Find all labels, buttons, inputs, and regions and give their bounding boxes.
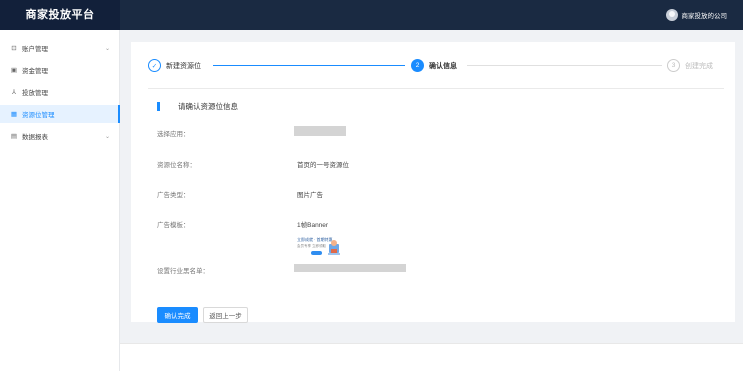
industry-blacklist-label: 设置行业黑名单： — [157, 268, 209, 275]
sidebar-item-label: 投放管理 — [22, 90, 48, 97]
step-number: 2 — [411, 59, 424, 72]
banner-thumbnail: 立即成就 · 首期特惠 会员专享 立即领取 — [297, 235, 345, 259]
step-connector — [213, 65, 405, 66]
top-bar: 商家投放平台 商家投放的公司 — [0, 0, 743, 30]
sidebar: ⊡ 账户管理 ⌄ ▣ 资金管理 ⅄ 投放管理 ▦ 资源位管理 ▤ 数据报表 ⌄ — [0, 30, 120, 371]
step-label: 新建资源位 — [166, 62, 201, 70]
section-marker — [157, 102, 160, 111]
sidebar-item-funds[interactable]: ▣ 资金管理 — [0, 61, 120, 79]
sidebar-item-reports[interactable]: ▤ 数据报表 ⌄ — [0, 127, 120, 145]
confirm-card: ✓ 新建资源位 2 确认信息 3 创建完成 请确认资源位信息 选择应用： 资源位… — [131, 42, 735, 323]
chevron-down-icon: ⌄ — [104, 133, 110, 140]
report-icon: ▤ — [10, 133, 18, 140]
footer-strip — [120, 343, 743, 371]
step-number: 3 — [667, 59, 680, 72]
avatar — [665, 9, 678, 21]
step-2: 2 确认信息 — [411, 59, 457, 72]
divider — [148, 88, 724, 89]
step-1: ✓ 新建资源位 — [148, 59, 201, 72]
sidebar-item-label: 资金管理 — [22, 68, 48, 75]
template-value: 1帧Banner — [297, 222, 329, 229]
step-connector — [467, 65, 662, 66]
chevron-down-icon: ⌄ — [104, 45, 110, 52]
user-icon: ⊡ — [11, 45, 17, 52]
sidebar-item-label: 资源位管理 — [22, 112, 55, 119]
step-label: 创建完成 — [685, 62, 713, 70]
app-title[interactable]: 商家投放平台 — [0, 0, 120, 30]
name-label: 资源位名称： — [157, 162, 196, 169]
thumbnail-button — [311, 251, 322, 255]
check-icon: ✓ — [148, 59, 161, 72]
step-label: 确认信息 — [429, 62, 457, 70]
grid-icon: ▦ — [10, 111, 18, 118]
main-content: ✓ 新建资源位 2 确认信息 3 创建完成 请确认资源位信息 选择应用： 资源位… — [120, 30, 743, 343]
user-menu[interactable]: 商家投放的公司 — [665, 9, 728, 21]
step-3: 3 创建完成 — [667, 59, 713, 72]
app-label: 选择应用： — [157, 131, 190, 138]
industry-blacklist-redacted — [294, 264, 406, 272]
wallet-icon: ▣ — [10, 67, 18, 74]
template-label: 广告模板： — [157, 222, 190, 229]
campaign-icon: ⅄ — [12, 89, 16, 96]
name-value: 首页的一号资源位 — [297, 162, 349, 169]
sidebar-item-ad-slots[interactable]: ▦ 资源位管理 — [0, 105, 120, 123]
section-title: 请确认资源位信息 — [157, 101, 238, 112]
app-value-redacted — [294, 126, 346, 136]
sidebar-item-campaigns[interactable]: ⅄ 投放管理 — [0, 83, 120, 101]
sidebar-item-label: 账户管理 — [22, 46, 48, 53]
company-name: 商家投放的公司 — [681, 13, 728, 20]
sidebar-item-label: 数据报表 — [22, 134, 48, 141]
type-value: 图片广告 — [297, 192, 323, 199]
type-label: 广告类型： — [157, 192, 190, 199]
illustration-icon — [328, 240, 340, 255]
confirm-button[interactable]: 确认完成 — [157, 307, 198, 323]
back-button[interactable]: 返回上一步 — [203, 307, 248, 323]
sidebar-item-account[interactable]: ⊡ 账户管理 ⌄ — [0, 39, 120, 57]
